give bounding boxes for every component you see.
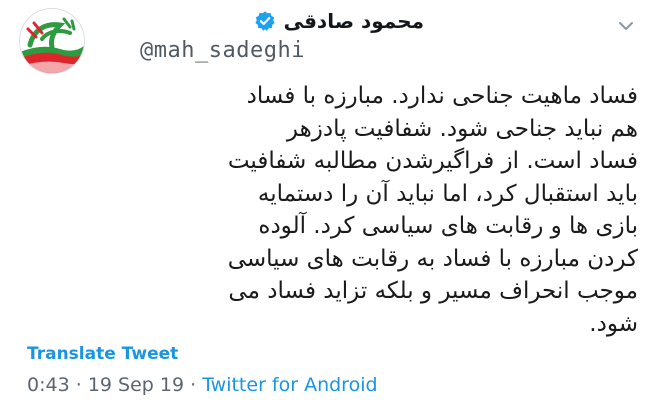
verified-badge-icon	[254, 11, 275, 31]
tweet-text-line: هم نباید جناحی شود. شفافیت پادزهر	[286, 115, 638, 142]
tweet-text-line: کردن مبارزه با فساد به رقابت های سیاسی	[227, 245, 638, 272]
tweet-meta: 0:43 · 19 Sep 19 · Twitter for Android	[27, 374, 378, 396]
author-handle[interactable]: @mah_sadeghi	[140, 38, 305, 63]
chevron-down-icon[interactable]	[618, 18, 634, 34]
tweet-time[interactable]: 0:43	[27, 374, 70, 396]
tweet-text-line: باید استقبال کرد، اما نباید آن را دستمای…	[257, 180, 638, 207]
tweet-text-line: فساد است. از فراگیرشدن مطالبه شفافیت	[227, 148, 638, 174]
tweet-card: محمود صادقی @mah_sadeghi فساد ماهیت جناح…	[0, 0, 656, 410]
tweet-text: فساد ماهیت جناحی ندارد. مبارزه با فساد ه…	[18, 80, 638, 340]
avatar[interactable]	[19, 8, 85, 74]
tweet-source-link[interactable]: Twitter for Android	[202, 374, 377, 396]
author-name-row[interactable]: محمود صادقی	[254, 6, 424, 36]
meta-separator: ·	[75, 374, 82, 396]
translate-tweet-link[interactable]: Translate Tweet	[27, 344, 178, 364]
tweet-text-line: موجب انحراف مسیر و بلکه تزاید فساد می	[228, 278, 638, 304]
tweet-text-line: فساد ماهیت جناحی ندارد. مبارزه با فساد	[246, 83, 638, 109]
display-name[interactable]: محمود صادقی	[284, 9, 424, 33]
tweet-text-line: شود.	[589, 310, 638, 337]
tweet-date[interactable]: 19 Sep 19	[88, 374, 184, 396]
avatar-logo-icon	[20, 9, 84, 73]
meta-separator: ·	[190, 374, 197, 396]
tweet-text-line: بازی ها و رقابت های سیاسی کرد. آلوده	[258, 213, 638, 239]
